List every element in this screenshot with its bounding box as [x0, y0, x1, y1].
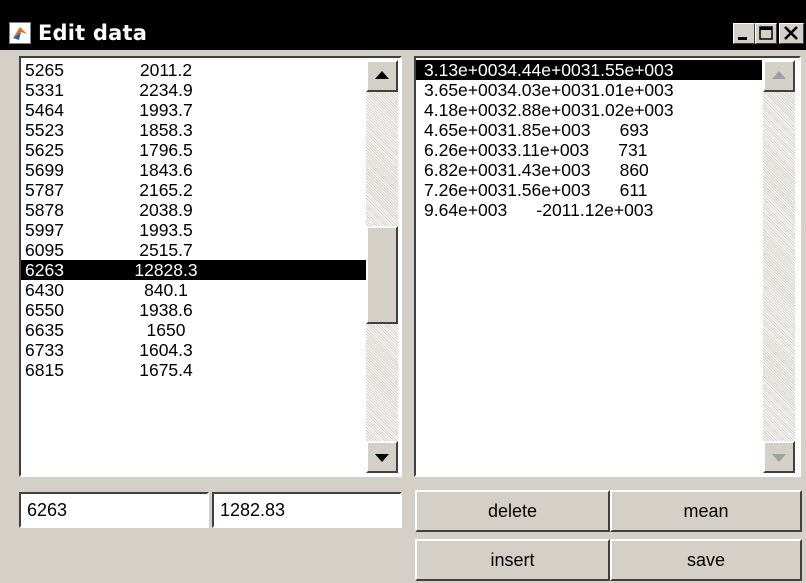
- window-title: Edit data: [38, 21, 148, 45]
- left-list-item[interactable]: 5997 1993.5: [21, 220, 366, 240]
- left-list-item-y: 2011.2: [139, 60, 193, 80]
- close-icon: [784, 26, 798, 40]
- right-list-item-text: 3.13e+0034.44e+0031.55e+003: [424, 60, 674, 80]
- right-results-listbox[interactable]: 3.13e+0034.44e+0031.55e+003 3.65e+0034.03…: [414, 56, 801, 477]
- minimize-icon: [738, 37, 747, 40]
- left-list-rows: 5265 2011.2 5331 2234.9 5464 1993.7 5523 1858.3…: [21, 60, 366, 380]
- right-list-item[interactable]: 7.26e+0031.56e+003 611: [416, 180, 762, 200]
- left-list-item-x: 5331: [25, 80, 64, 100]
- left-list-item[interactable]: 5331 2234.9: [21, 80, 366, 100]
- left-list-item[interactable]: 6815 1675.4: [21, 360, 366, 380]
- insert-button[interactable]: insert: [415, 539, 610, 581]
- arrow-down-icon: [375, 454, 389, 462]
- left-list-item-x: 6263: [25, 260, 64, 280]
- right-scrollbar[interactable]: [763, 60, 795, 473]
- left-list-item-y: 1938.6: [139, 300, 193, 320]
- left-list-item-x: 6635: [25, 320, 64, 340]
- left-list-item-x: 5265: [25, 60, 64, 80]
- right-list-item-text: 9.64e+003 -2011.12e+003: [424, 200, 654, 220]
- left-list-item-x: 6733: [25, 340, 64, 360]
- matlab-app-icon[interactable]: [9, 22, 31, 44]
- right-scroll-up-button[interactable]: [763, 60, 795, 92]
- y-value-field[interactable]: 1282.83: [212, 492, 402, 528]
- right-list-item[interactable]: 6.26e+0033.11e+003 731: [416, 140, 762, 160]
- left-list-item[interactable]: 6095 2515.7: [21, 240, 366, 260]
- mean-button[interactable]: mean: [610, 490, 802, 532]
- left-list-item-x: 5523: [25, 120, 64, 140]
- left-list-item[interactable]: 5523 1858.3: [21, 120, 366, 140]
- left-list-item-y: 2515.7: [139, 240, 193, 260]
- left-list-item-x: 6550: [25, 300, 64, 320]
- right-list-item-text: 3.65e+0034.03e+0031.01e+003: [424, 80, 674, 100]
- left-scrollbar[interactable]: [366, 60, 398, 473]
- left-list-item-x: 5625: [25, 140, 64, 160]
- left-list-item[interactable]: 6550 1938.6: [21, 300, 366, 320]
- right-list-item-text: 7.26e+0031.56e+003 611: [424, 180, 648, 200]
- left-list-item-x: 5699: [25, 160, 64, 180]
- left-list-item[interactable]: 5625 1796.5: [21, 140, 366, 160]
- left-list-item[interactable]: 6733 1604.3: [21, 340, 366, 360]
- left-list-item-y: 1796.5: [139, 140, 193, 160]
- left-list-item-x: 6095: [25, 240, 64, 260]
- left-list-item-y: 2038.9: [139, 200, 193, 220]
- left-list-item[interactable]: 6430 840.1: [21, 280, 366, 300]
- left-list-item-y: 1675.4: [139, 360, 193, 380]
- arrow-down-icon: [772, 454, 786, 462]
- left-list-item-x: 5997: [25, 220, 64, 240]
- right-list-item-text: 6.26e+0033.11e+003 731: [424, 140, 648, 160]
- arrow-up-icon: [772, 71, 786, 79]
- right-list-item[interactable]: 9.64e+003 -2011.12e+003: [416, 200, 762, 220]
- right-list-item-text: 4.18e+0032.88e+0031.02e+003: [424, 100, 674, 120]
- minimize-button[interactable]: [733, 23, 755, 44]
- left-list-item-x: 5878: [25, 200, 64, 220]
- left-list-item[interactable]: 5787 2165.2: [21, 180, 366, 200]
- left-list-item-x: 6430: [25, 280, 64, 300]
- close-button[interactable]: [779, 23, 804, 44]
- left-list-item-y: 2165.2: [139, 180, 193, 200]
- left-list-item-y: 1858.3: [139, 120, 193, 140]
- left-list-item-y: 12828.3: [134, 260, 198, 280]
- right-list-item[interactable]: 3.13e+0034.44e+0031.55e+003: [416, 60, 762, 80]
- arrow-up-icon: [375, 71, 389, 79]
- right-list-item-text: 6.82e+0031.43e+003 860: [424, 160, 649, 180]
- right-list-item[interactable]: 4.18e+0032.88e+0031.02e+003: [416, 100, 762, 120]
- left-list-item-y: 1993.7: [139, 100, 193, 120]
- left-list-item-x: 6815: [25, 360, 64, 380]
- maximize-icon: [759, 26, 773, 40]
- right-list-item[interactable]: 3.65e+0034.03e+0031.01e+003: [416, 80, 762, 100]
- right-list-rows: 3.13e+0034.44e+0031.55e+003 3.65e+0034.03…: [416, 60, 762, 220]
- right-list-item[interactable]: 4.65e+0031.85e+003 693: [416, 120, 762, 140]
- left-scroll-down-button[interactable]: [366, 441, 398, 473]
- left-list-item-x: 5464: [25, 100, 64, 120]
- right-list-item[interactable]: 6.82e+0031.43e+003 860: [416, 160, 762, 180]
- left-scroll-up-button[interactable]: [366, 60, 398, 92]
- left-list-item[interactable]: 5699 1843.6: [21, 160, 366, 180]
- left-list-item-y: 1604.3: [139, 340, 193, 360]
- right-list-item-text: 4.65e+0031.85e+003 693: [424, 120, 649, 140]
- left-list-item[interactable]: 5878 2038.9: [21, 200, 366, 220]
- left-list-item-y: 1650: [146, 320, 186, 340]
- left-list-item[interactable]: 6263 12828.3: [21, 260, 366, 280]
- left-scroll-thumb[interactable]: [366, 226, 398, 324]
- left-list-item[interactable]: 5265 2011.2: [21, 60, 366, 80]
- right-scroll-down-button[interactable]: [763, 441, 795, 473]
- left-list-item-y: 840.1: [144, 280, 188, 300]
- x-value-field[interactable]: 6263: [19, 492, 209, 528]
- left-list-item-y: 1843.6: [139, 160, 193, 180]
- delete-button[interactable]: delete: [415, 490, 610, 532]
- save-button[interactable]: save: [610, 539, 802, 581]
- left-list-item[interactable]: 6635 1650: [21, 320, 366, 340]
- left-list-item-x: 5787: [25, 180, 64, 200]
- edit-data-window: Edit data 5265 2011.2 5331 2234.9 5464 1993.7…: [0, 0, 806, 583]
- left-data-listbox[interactable]: 5265 2011.2 5331 2234.9 5464 1993.7 5523 1858.3…: [19, 56, 402, 477]
- left-list-item-y: 2234.9: [139, 80, 193, 100]
- maximize-button[interactable]: [755, 23, 777, 44]
- left-list-item[interactable]: 5464 1993.7: [21, 100, 366, 120]
- left-list-item-y: 1993.5: [139, 220, 193, 240]
- title-bar[interactable]: Edit data: [0, 0, 806, 50]
